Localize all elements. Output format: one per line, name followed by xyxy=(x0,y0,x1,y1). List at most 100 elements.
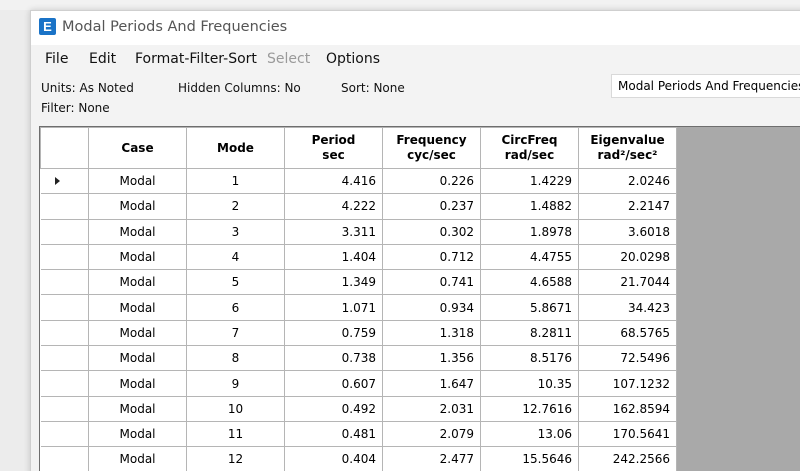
header-circfreq[interactable]: CircFreq rad/sec xyxy=(480,127,579,169)
cell-mode[interactable]: 4 xyxy=(186,243,285,271)
row-selector[interactable] xyxy=(40,446,89,471)
cell-mode[interactable]: 7 xyxy=(186,319,285,347)
cell-period[interactable]: 3.311 xyxy=(284,218,383,245)
row-selector[interactable] xyxy=(40,269,89,296)
cell-eigenvalue[interactable]: 242.2566 xyxy=(578,446,677,471)
row-selector[interactable] xyxy=(40,395,89,422)
cell-eigenvalue[interactable]: 3.6018 xyxy=(578,218,677,245)
cell-circfreq[interactable]: 12.7616 xyxy=(480,395,579,422)
cell-mode[interactable]: 9 xyxy=(186,370,285,397)
header-period[interactable]: Period sec xyxy=(284,127,383,169)
cell-mode[interactable]: 3 xyxy=(186,218,285,245)
table-row[interactable]: Modal 8 0.738 1.356 8.5176 72.5496 xyxy=(40,345,677,372)
cell-eigenvalue[interactable]: 68.5765 xyxy=(578,319,677,347)
cell-circfreq[interactable]: 1.4229 xyxy=(480,167,579,195)
table-row[interactable]: Modal 6 1.071 0.934 5.8671 34.423 xyxy=(40,294,677,321)
cell-frequency[interactable]: 0.237 xyxy=(382,193,481,220)
cell-mode[interactable]: 12 xyxy=(186,446,285,471)
cell-case[interactable]: Modal xyxy=(88,167,187,195)
cell-frequency[interactable]: 2.079 xyxy=(382,420,481,448)
row-selector-header[interactable] xyxy=(40,127,89,169)
header-eigenvalue[interactable]: Eigenvalue rad²/sec² xyxy=(578,127,677,169)
table-row[interactable]: Modal 5 1.349 0.741 4.6588 21.7044 xyxy=(40,269,677,296)
cell-circfreq[interactable]: 13.06 xyxy=(480,420,579,448)
cell-case[interactable]: Modal xyxy=(88,243,187,271)
menu-options[interactable]: Options xyxy=(326,51,380,67)
table-row[interactable]: Modal 1 4.416 0.226 1.4229 2.0246 xyxy=(40,167,677,195)
cell-frequency[interactable]: 1.356 xyxy=(382,345,481,372)
cell-frequency[interactable]: 0.712 xyxy=(382,243,481,271)
table-row[interactable]: Modal 4 1.404 0.712 4.4755 20.0298 xyxy=(40,243,677,271)
cell-eigenvalue[interactable]: 2.0246 xyxy=(578,167,677,195)
cell-frequency[interactable]: 1.318 xyxy=(382,319,481,347)
cell-eigenvalue[interactable]: 34.423 xyxy=(578,294,677,321)
cell-case[interactable]: Modal xyxy=(88,345,187,372)
cell-case[interactable]: Modal xyxy=(88,193,187,220)
row-selector[interactable] xyxy=(40,167,89,195)
cell-circfreq[interactable]: 4.4755 xyxy=(480,243,579,271)
cell-frequency[interactable]: 0.741 xyxy=(382,269,481,296)
cell-circfreq[interactable]: 4.6588 xyxy=(480,269,579,296)
cell-frequency[interactable]: 0.934 xyxy=(382,294,481,321)
cell-case[interactable]: Modal xyxy=(88,446,187,471)
cell-mode[interactable]: 6 xyxy=(186,294,285,321)
title-bar[interactable]: E Modal Periods And Frequencies xyxy=(31,11,800,45)
cell-mode[interactable]: 5 xyxy=(186,269,285,296)
cell-frequency[interactable]: 0.226 xyxy=(382,167,481,195)
cell-circfreq[interactable]: 1.8978 xyxy=(480,218,579,245)
row-selector[interactable] xyxy=(40,420,89,448)
row-selector[interactable] xyxy=(40,193,89,220)
cell-period[interactable]: 4.416 xyxy=(284,167,383,195)
cell-period[interactable]: 1.349 xyxy=(284,269,383,296)
menu-edit[interactable]: Edit xyxy=(89,51,116,67)
cell-eigenvalue[interactable]: 21.7044 xyxy=(578,269,677,296)
cell-circfreq[interactable]: 5.8671 xyxy=(480,294,579,321)
cell-period[interactable]: 1.071 xyxy=(284,294,383,321)
cell-circfreq[interactable]: 1.4882 xyxy=(480,193,579,220)
cell-case[interactable]: Modal xyxy=(88,294,187,321)
cell-circfreq[interactable]: 10.35 xyxy=(480,370,579,397)
cell-case[interactable]: Modal xyxy=(88,420,187,448)
cell-period[interactable]: 0.492 xyxy=(284,395,383,422)
header-case[interactable]: Case xyxy=(88,127,187,169)
cell-period[interactable]: 4.222 xyxy=(284,193,383,220)
table-row[interactable]: Modal 7 0.759 1.318 8.2811 68.5765 xyxy=(40,319,677,347)
menu-file[interactable]: File xyxy=(45,51,68,67)
table-row[interactable]: Modal 11 0.481 2.079 13.06 170.5641 xyxy=(40,420,677,448)
header-mode[interactable]: Mode xyxy=(186,127,285,169)
cell-period[interactable]: 0.738 xyxy=(284,345,383,372)
cell-mode[interactable]: 11 xyxy=(186,420,285,448)
cell-period[interactable]: 0.404 xyxy=(284,446,383,471)
row-selector[interactable] xyxy=(40,243,89,271)
header-frequency[interactable]: Frequency cyc/sec xyxy=(382,127,481,169)
cell-circfreq[interactable]: 8.5176 xyxy=(480,345,579,372)
cell-eigenvalue[interactable]: 20.0298 xyxy=(578,243,677,271)
cell-period[interactable]: 1.404 xyxy=(284,243,383,271)
table-row[interactable]: Modal 2 4.222 0.237 1.4882 2.2147 xyxy=(40,193,677,220)
cell-period[interactable]: 0.607 xyxy=(284,370,383,397)
cell-case[interactable]: Modal xyxy=(88,370,187,397)
cell-eigenvalue[interactable]: 2.2147 xyxy=(578,193,677,220)
row-selector[interactable] xyxy=(40,345,89,372)
cell-mode[interactable]: 2 xyxy=(186,193,285,220)
row-selector[interactable] xyxy=(40,370,89,397)
table-row[interactable]: Modal 12 0.404 2.477 15.5646 242.2566 xyxy=(40,446,677,471)
cell-frequency[interactable]: 2.031 xyxy=(382,395,481,422)
cell-period[interactable]: 0.759 xyxy=(284,319,383,347)
cell-period[interactable]: 0.481 xyxy=(284,420,383,448)
table-row[interactable]: Modal 9 0.607 1.647 10.35 107.1232 xyxy=(40,370,677,397)
cell-case[interactable]: Modal xyxy=(88,395,187,422)
cell-case[interactable]: Modal xyxy=(88,269,187,296)
cell-mode[interactable]: 8 xyxy=(186,345,285,372)
row-selector[interactable] xyxy=(40,218,89,245)
cell-case[interactable]: Modal xyxy=(88,319,187,347)
cell-eigenvalue[interactable]: 170.5641 xyxy=(578,420,677,448)
cell-mode[interactable]: 1 xyxy=(186,167,285,195)
row-selector[interactable] xyxy=(40,294,89,321)
cell-eigenvalue[interactable]: 162.8594 xyxy=(578,395,677,422)
row-selector[interactable] xyxy=(40,319,89,347)
table-select-dropdown[interactable]: Modal Periods And Frequencies xyxy=(611,74,800,98)
table-row[interactable]: Modal 10 0.492 2.031 12.7616 162.8594 xyxy=(40,395,677,422)
cell-circfreq[interactable]: 8.2811 xyxy=(480,319,579,347)
cell-eigenvalue[interactable]: 107.1232 xyxy=(578,370,677,397)
